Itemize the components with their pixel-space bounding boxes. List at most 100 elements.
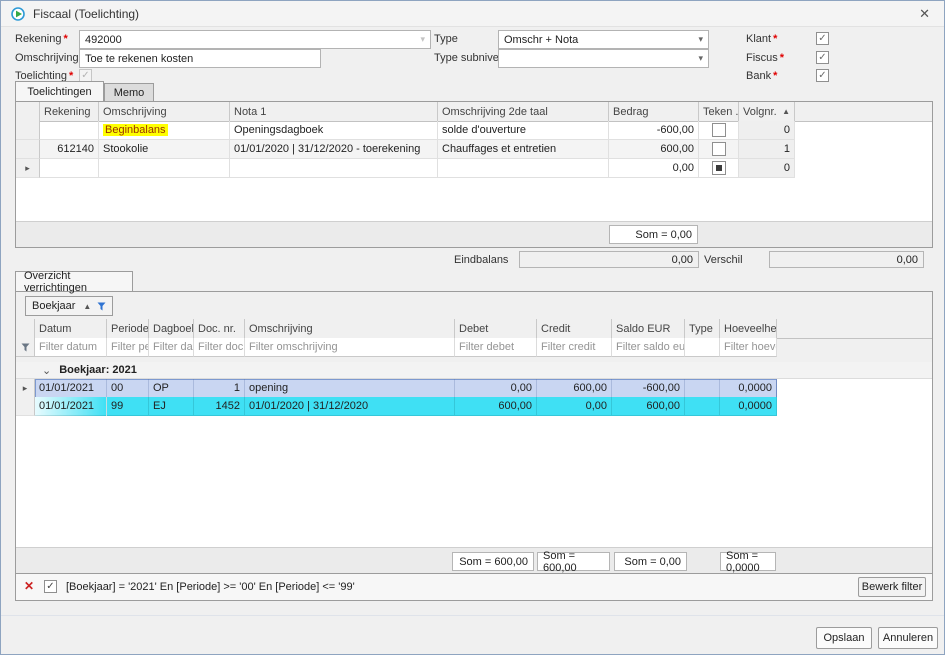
group-collapse-icon[interactable]: ⌄ [42,364,51,377]
cell-omschrijving[interactable]: 01/01/2020 | 31/12/2020 [245,397,455,416]
column-header-rekening[interactable]: Rekening [40,102,99,121]
filter-dagboek-input[interactable]: Filter da... [149,338,194,357]
cell-hoeveelheid[interactable]: 0,0000 [720,397,777,416]
filter-periode-input[interactable]: Filter pe... [107,338,149,357]
column-header-nota1[interactable]: Nota 1 [230,102,438,121]
cell-teken[interactable] [699,140,739,159]
cell-datum[interactable]: 01/01/2021 [35,379,107,398]
cell-nota1[interactable]: 01/01/2020 | 31/12/2020 - toerekening [230,140,438,159]
cell-datum[interactable]: 01/01/2021 [35,397,107,416]
column-header-omschrijving-2de-taal[interactable]: Omschrijving 2de taal [438,102,609,121]
table-row[interactable]: ▸ 0,00 0 [16,159,795,178]
cell-type[interactable] [685,379,720,398]
save-button[interactable]: Opslaan [816,627,872,649]
cell-nota1[interactable] [230,159,438,178]
filter-row-funnel-icon[interactable] [16,338,35,357]
column-header-teken[interactable]: Teken ... [699,102,739,121]
filter-enabled-checkbox[interactable]: ✓ [44,580,57,593]
bewerk-filter-button[interactable]: Bewerk filter [858,577,926,597]
cell-periode[interactable]: 00 [107,379,149,398]
remove-filter-icon[interactable]: ✕ [24,579,34,593]
cell-saldo[interactable]: -600,00 [612,379,685,398]
column-header-credit[interactable]: Credit [537,319,612,338]
cell-teken[interactable] [699,159,739,178]
column-header-datum[interactable]: Datum [35,319,107,338]
cell-volgnr[interactable]: 0 [739,121,795,140]
bank-checkbox[interactable]: ✓ [816,69,829,82]
cell-bedrag[interactable]: 0,00 [609,159,699,178]
filter-debet-input[interactable]: Filter debet [455,338,537,357]
teken-checkbox[interactable] [712,142,726,156]
type-subniveau-combobox[interactable]: ▾ [498,49,709,68]
group-row-boekjaar-2021[interactable]: ⌄ Boekjaar: 2021 [16,362,932,379]
klant-checkbox[interactable]: ✓ [816,32,829,45]
close-icon[interactable]: ✕ [915,6,934,22]
teken-checkbox-indeterminate[interactable] [712,161,726,175]
groupby-chip-boekjaar[interactable]: Boekjaar ▲ [25,296,113,316]
cell-omschrijving[interactable]: opening [245,379,455,398]
tab-memo[interactable]: Memo [104,83,154,101]
cell-hoeveelheid[interactable]: 0,0000 [720,379,777,398]
chevron-down-icon[interactable]: ▾ [420,34,425,45]
type-combobox[interactable]: Omschr + Nota ▾ [498,30,709,49]
cell-volgnr[interactable]: 0 [739,159,795,178]
table-row[interactable]: 612140 Stookolie 01/01/2020 | 31/12/2020… [16,140,795,159]
column-header-omschrijving[interactable]: Omschrijving [245,319,455,338]
table-row[interactable]: 01/01/2021 99 EJ 1452 01/01/2020 | 31/12… [16,397,777,416]
cell-credit[interactable]: 0,00 [537,397,612,416]
column-header-omschrijving[interactable]: Omschrijving [99,102,230,121]
table-row-selected[interactable]: ▸ 01/01/2021 00 OP 1 opening 0,00 600,00… [16,379,777,398]
cell-type[interactable] [685,397,720,416]
filter-docnr-input[interactable]: Filter doc. nr. [194,338,245,357]
cell-debet[interactable]: 0,00 [455,379,537,398]
filter-omschrijving-input[interactable]: Filter omschrijving [245,338,455,357]
cell-rekening[interactable] [40,121,99,140]
column-header-debet[interactable]: Debet [455,319,537,338]
tab-overzicht-verrichtingen[interactable]: Overzicht verrichtingen [15,271,133,291]
chevron-down-icon[interactable]: ▾ [698,34,703,45]
cell-rekening[interactable] [40,159,99,178]
cell-omschrijving[interactable]: Beginbalans [99,121,230,140]
fiscus-checkbox[interactable]: ✓ [816,51,829,64]
filter-saldo-input[interactable]: Filter saldo eur [612,338,685,357]
table-row[interactable]: Beginbalans Openingsdagboek solde d'ouve… [16,121,795,140]
cell-docnr[interactable]: 1 [194,379,245,398]
filter-credit-input[interactable]: Filter credit [537,338,612,357]
column-header-dagboek[interactable]: Dagboek [149,319,194,338]
column-header-docnr[interactable]: Doc. nr. [194,319,245,338]
cell-docnr[interactable]: 1452 [194,397,245,416]
cell-nota1[interactable]: Openingsdagboek [230,121,438,140]
filter-funnel-icon[interactable] [97,302,106,311]
cell-saldo[interactable]: 600,00 [612,397,685,416]
cancel-button[interactable]: Annuleren [878,627,938,649]
cell-dagboek[interactable]: OP [149,379,194,398]
cell-omschrijving[interactable]: Stookolie [99,140,230,159]
column-header-saldo-eur[interactable]: Saldo EUR [612,319,685,338]
filter-hoeveelheid-input[interactable]: Filter hoeve... [720,338,777,357]
cell-periode[interactable]: 99 [107,397,149,416]
column-header-bedrag[interactable]: Bedrag [609,102,699,121]
cell-rekening[interactable]: 612140 [40,140,99,159]
cell-omschrijving-2de-taal[interactable] [438,159,609,178]
column-header-periode[interactable]: Periode [107,319,149,338]
cell-bedrag[interactable]: -600,00 [609,121,699,140]
tab-toelichtingen[interactable]: Toelichtingen [15,81,104,101]
teken-checkbox[interactable] [712,123,726,137]
cell-dagboek[interactable]: EJ [149,397,194,416]
rekening-combobox[interactable]: 492000 ▾ [79,30,431,49]
column-header-hoeveelheid[interactable]: Hoeveelheid [720,319,777,338]
cell-volgnr[interactable]: 1 [739,140,795,159]
column-header-type[interactable]: Type [685,319,720,338]
filter-type-input[interactable] [685,338,720,357]
cell-debet[interactable]: 600,00 [455,397,537,416]
filter-datum-input[interactable]: Filter datum [35,338,107,357]
cell-credit[interactable]: 600,00 [537,379,612,398]
chevron-down-icon[interactable]: ▾ [698,53,703,64]
cell-omschrijving[interactable] [99,159,230,178]
cell-omschrijving-2de-taal[interactable]: Chauffages et entretien [438,140,609,159]
filter-expression[interactable]: [Boekjaar] = '2021' En [Periode] >= '00'… [66,581,355,593]
cell-omschrijving-2de-taal[interactable]: solde d'ouverture [438,121,609,140]
cell-teken[interactable] [699,121,739,140]
column-header-volgnr[interactable]: Volgnr. ▲ [739,102,795,121]
omschrijving-input[interactable]: Toe te rekenen kosten [79,49,321,68]
